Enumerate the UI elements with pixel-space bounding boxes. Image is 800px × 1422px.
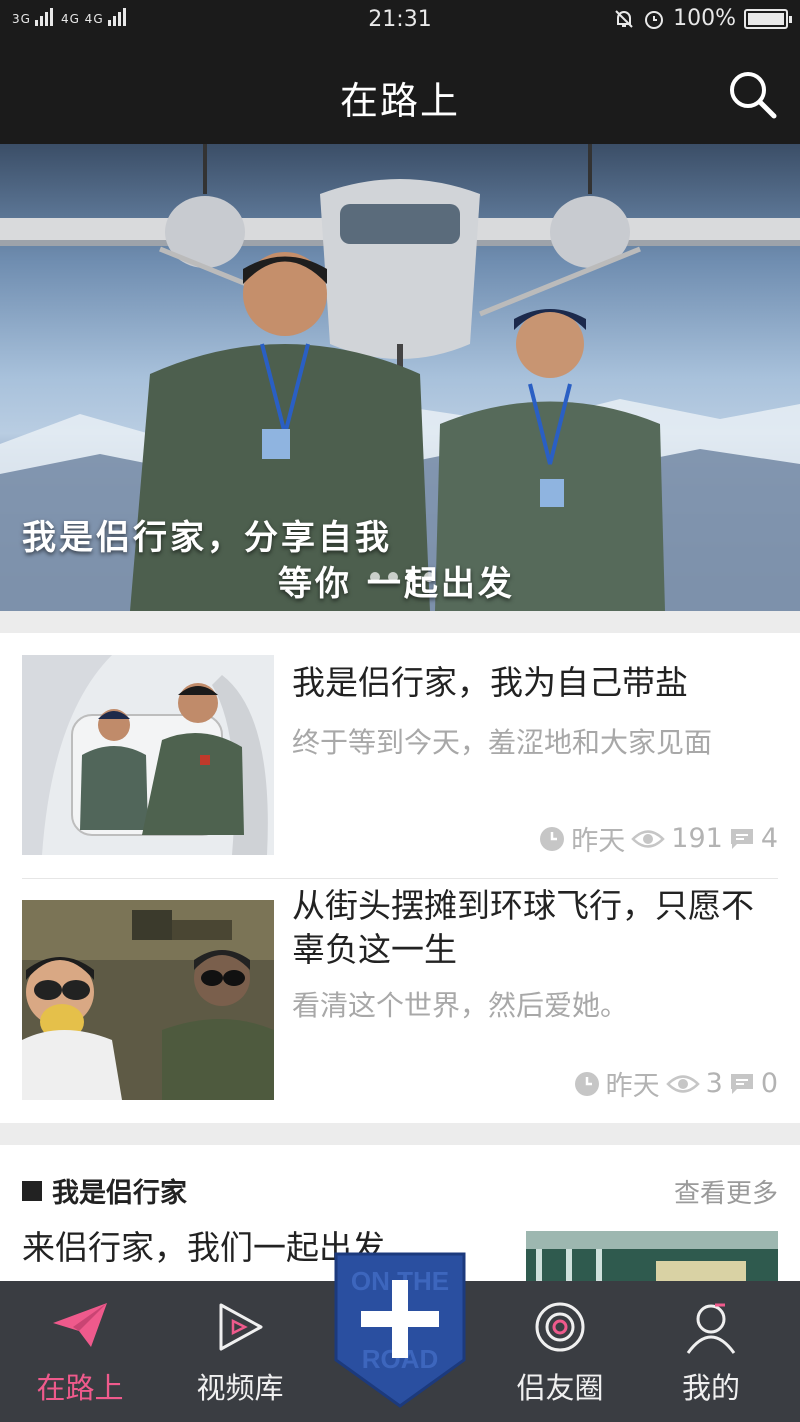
pagination-dot[interactable]: [424, 572, 434, 582]
pagination-dot-active[interactable]: [406, 572, 416, 582]
article-comments: 0: [760, 1068, 778, 1099]
section-article-thumbnail[interactable]: [526, 1231, 778, 1285]
comment-icon: [730, 1073, 753, 1094]
tab-me[interactable]: 我的: [636, 1281, 786, 1422]
hero-banner[interactable]: 我是侣行家，分享自我 等你 一起出发: [0, 144, 800, 611]
status-right: 100%: [613, 6, 792, 31]
circle-target-icon: [535, 1302, 585, 1352]
article-time: 昨天: [605, 1071, 660, 1102]
banner-pagination: [370, 572, 434, 582]
article-thumbnail: [22, 900, 274, 1100]
search-icon: [730, 72, 777, 119]
tab-label: 侣友圈: [516, 1371, 604, 1405]
page-title: 在路上: [339, 79, 460, 123]
tab-video-library[interactable]: 视频库: [165, 1281, 315, 1422]
pagination-dot[interactable]: [370, 572, 380, 582]
article-time: 昨天: [571, 826, 626, 857]
eye-icon: [631, 829, 666, 848]
search-button[interactable]: [724, 66, 780, 122]
tab-label: 我的: [681, 1371, 740, 1405]
tab-on-the-road[interactable]: 在路上: [5, 1281, 155, 1422]
article-comments: 4: [760, 823, 778, 854]
clock-icon: [574, 1071, 599, 1096]
tab-label: 视频库: [196, 1371, 284, 1405]
tab-label: 在路上: [36, 1371, 124, 1405]
tab-friends-circle[interactable]: 侣友圈: [485, 1281, 635, 1422]
eye-icon: [665, 1074, 700, 1093]
article-meta: 昨天 3 0: [574, 1064, 778, 1103]
paper-plane-icon: [53, 1303, 107, 1347]
play-icon: [219, 1303, 263, 1351]
article-card[interactable]: 我是侣行家，我为自己带盐 终于等到今天，羞涩地和大家见面 昨天 191 4: [0, 633, 800, 879]
create-post-button[interactable]: ON THE ROAD: [334, 1250, 466, 1410]
clock-icon: [540, 826, 565, 851]
article-title: 我是侣行家，我为自己带盐: [292, 663, 688, 702]
alarm-icon: [645, 10, 664, 29]
battery-icon: [744, 8, 792, 29]
status-bar: 3G 4G 4G 21:31 100%: [0, 0, 800, 42]
view-more-link[interactable]: 查看更多: [674, 1173, 778, 1210]
article-subtitle: 终于等到今天，羞涩地和大家见面: [292, 726, 713, 759]
article-title: 从街头摆摊到环球飞行，只愿不辜负这一生: [292, 886, 754, 969]
article-thumbnail: [22, 655, 274, 855]
mute-bell-icon: [615, 9, 633, 28]
app-header: 在路上: [0, 42, 800, 144]
user-icon: [686, 1303, 736, 1354]
article-meta: 昨天 191 4: [539, 819, 778, 858]
section-header: 我是侣行家: [22, 1171, 187, 1210]
comment-icon: [730, 828, 753, 849]
banner-caption-line1: 我是侣行家，分享自我: [22, 518, 392, 558]
section-article-title[interactable]: 来侣行家，我们一起出发: [22, 1221, 385, 1269]
article-views: 191: [671, 823, 723, 854]
section-marker: [22, 1180, 42, 1201]
article-card[interactable]: 从街头摆摊到环球飞行，只愿不辜负这一生 看清这个世界，然后爱她。 昨天 3 0: [0, 878, 800, 1123]
pagination-dot[interactable]: [388, 572, 398, 582]
section-title: 我是侣行家: [52, 1178, 187, 1209]
battery-percent: 100%: [673, 6, 736, 31]
article-feed: 我是侣行家，我为自己带盐 终于等到今天，羞涩地和大家见面 昨天 191 4 从街…: [0, 633, 800, 1123]
article-subtitle: 看清这个世界，然后爱她。: [292, 989, 629, 1022]
article-views: 3: [705, 1068, 723, 1099]
